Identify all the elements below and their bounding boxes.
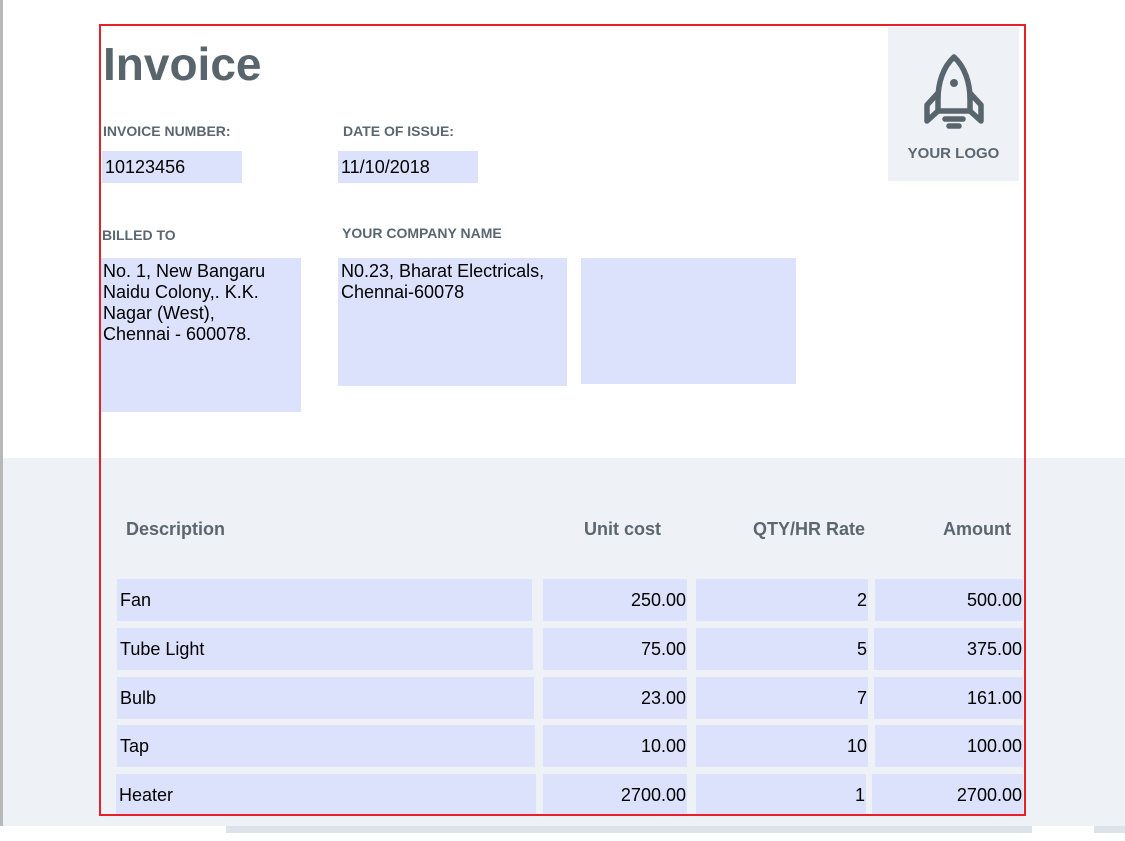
- selection-frame: [99, 24, 1026, 816]
- horizontal-scrollbar[interactable]: [226, 826, 1032, 833]
- scrollbar-end[interactable]: [1094, 826, 1125, 833]
